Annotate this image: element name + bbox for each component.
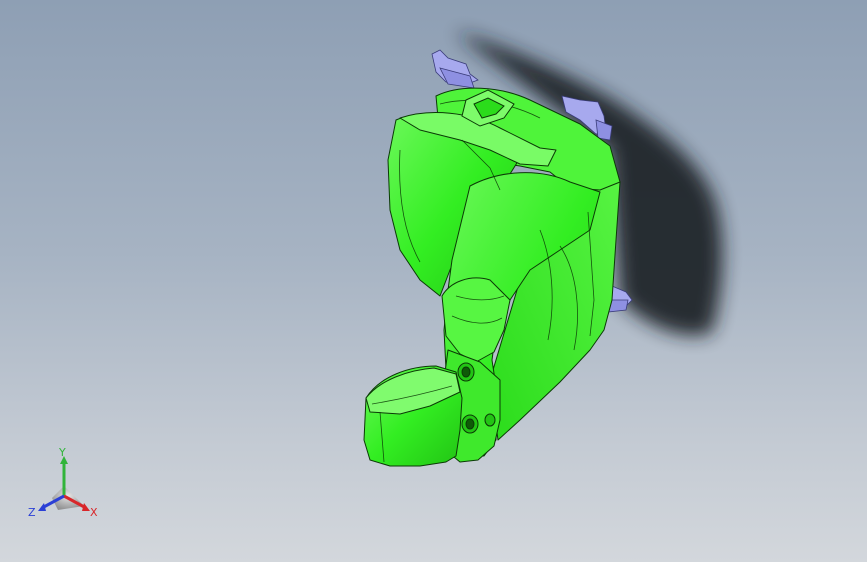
graphics-viewport[interactable]: Y X Z — [0, 0, 867, 562]
triad-x-label: X — [90, 506, 98, 519]
model-scene[interactable] — [0, 0, 867, 562]
triad-z-label: Z — [28, 506, 36, 519]
green-housing[interactable] — [363, 87, 621, 467]
reference-triad: Y X Z — [28, 448, 98, 519]
triad-y-label: Y — [58, 448, 66, 459]
triad-z-arrow — [38, 503, 46, 511]
mount-hole-side — [484, 413, 496, 427]
triad-x-arrow — [82, 503, 90, 511]
